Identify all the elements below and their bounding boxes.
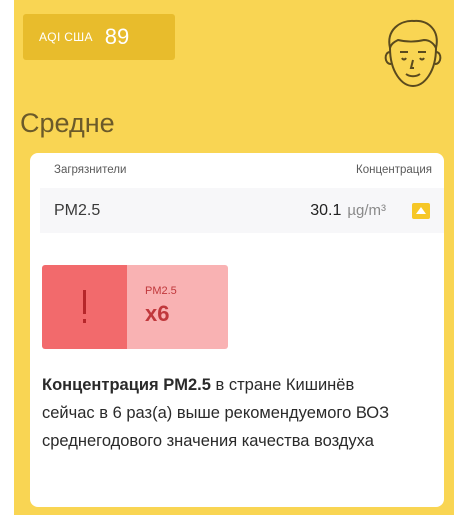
ratio-multiplier: x6 [145, 301, 170, 326]
pollutant-name: PM2.5 [54, 201, 101, 219]
who-description: Концентрация PM2.5 в стране Кишинёв сейч… [42, 371, 402, 455]
face-icon [384, 19, 442, 88]
table-header: Загрязнители Концентрация [30, 153, 444, 187]
concentration-value: 30.1 [310, 201, 342, 219]
concentration-unit: µg/m³ [347, 202, 386, 219]
aqi-label: AQI США [39, 30, 93, 44]
aqi-panel: AQI США 89 Средне Загрязнители Концентра… [14, 0, 454, 515]
column-concentration: Концентрация [356, 164, 432, 176]
status-title: Средне [20, 108, 115, 138]
aqi-badge: AQI США 89 [23, 14, 175, 60]
who-ratio-block: PM2.5 x6 [42, 265, 228, 349]
ratio-detail: PM2.5 x6 [127, 265, 228, 349]
pollutant-row[interactable]: PM2.5 30.1 µg/m³ [40, 188, 444, 233]
exclamation-icon [82, 290, 86, 323]
description-bold: Концентрация PM2.5 [42, 376, 211, 394]
ratio-pollutant: PM2.5 [145, 285, 177, 297]
pollutant-card: Загрязнители Концентрация PM2.5 30.1 µg/… [30, 153, 444, 507]
column-pollutant: Загрязнители [54, 164, 127, 176]
aqi-value: 89 [104, 24, 130, 49]
alert-icon [42, 265, 127, 349]
collapse-arrow-icon[interactable] [412, 202, 430, 219]
